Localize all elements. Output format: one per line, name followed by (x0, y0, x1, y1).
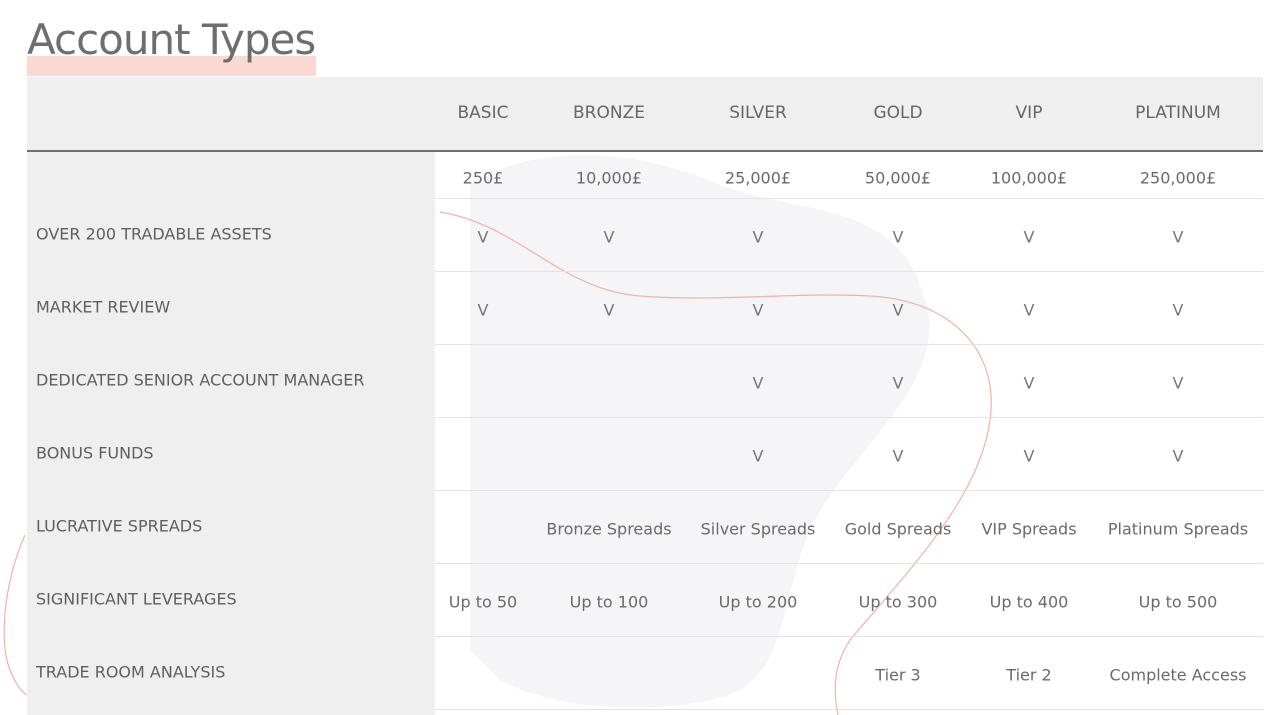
tier-header-vip: VIP (1015, 103, 1043, 123)
tier-header-gold: GOLD (873, 103, 923, 123)
page-title: Account Types (27, 15, 316, 64)
check-mark: V (477, 227, 489, 246)
table-cell: Tier 3 (875, 665, 921, 684)
check-mark: V (752, 300, 764, 319)
check-mark: V (892, 227, 904, 246)
table-cell: Platinum Spreads (1107, 519, 1249, 538)
table-cell: Up to 200 (718, 592, 798, 611)
table-row: SIGNIFICANT LEVERAGES Up to 50 Up to 100 Up… (27, 564, 1263, 637)
row-label: TRADE ROOM ANALYSIS (36, 662, 226, 681)
check-mark: V (892, 373, 904, 392)
table-cell: Up to 300 (858, 592, 938, 611)
account-types-table: BASIC BRONZE SILVER GOLD VIP PLATINUM 250£ 10,0… (27, 77, 1263, 715)
table-row: 250£ 10,000£ 25,000£ 50,000£ 100,000£ 250,000… (27, 152, 1263, 199)
check-mark: V (752, 446, 764, 465)
check-mark: V (1023, 300, 1035, 319)
decor-curve-left (3, 534, 28, 696)
row-label: SIGNIFICANT LEVERAGES (36, 589, 237, 608)
check-mark: V (892, 300, 904, 319)
check-mark: V (1172, 446, 1184, 465)
tier-header-bronze: BRONZE (573, 103, 645, 123)
table-row: BONUS FUNDS V V V V (27, 418, 1263, 491)
table-cell: Tier 2 (1006, 665, 1052, 684)
table-row: TRADE ROOM ANALYSIS Tier 3 Tier 2 Complete … (27, 637, 1263, 710)
table-header (27, 77, 1263, 152)
check-mark: V (1172, 300, 1184, 319)
row-divider (435, 709, 1263, 710)
table-cell: Gold Spreads (844, 519, 952, 538)
table-cell: 50,000£ (864, 168, 932, 187)
table-row: MARKET REVIEW V V V V V V (27, 272, 1263, 345)
table-cell: VIP Spreads (981, 519, 1077, 538)
check-mark: V (603, 227, 615, 246)
check-mark: V (477, 300, 489, 319)
row-label: BONUS FUNDS (36, 443, 154, 462)
tier-header-basic: BASIC (457, 103, 509, 123)
check-mark: V (752, 227, 764, 246)
check-mark: V (1023, 227, 1035, 246)
check-mark: V (1023, 373, 1035, 392)
table-cell: Up to 500 (1138, 592, 1218, 611)
page: Account Types BASIC BRONZE SILVER GOLD VIP PL… (0, 0, 1268, 715)
heading: Account Types (27, 14, 316, 76)
table-cell: Complete Access (1109, 665, 1247, 684)
check-mark: V (752, 373, 764, 392)
table-cell: 250£ (462, 168, 504, 187)
table-row: OVER 200 TRADABLE ASSETS V V V V V V (27, 199, 1263, 272)
table-cell: 100,000£ (990, 168, 1068, 187)
check-mark: V (892, 446, 904, 465)
check-mark: V (1172, 373, 1184, 392)
row-label: LUCRATIVE SPREADS (36, 516, 203, 535)
table-cell: 10,000£ (575, 168, 643, 187)
check-mark: V (1023, 446, 1035, 465)
table-cell: Silver Spreads (700, 519, 816, 538)
table-cell: 250,000£ (1139, 168, 1217, 187)
tier-header-platinum: PLATINUM (1135, 103, 1221, 123)
tier-header-silver: SILVER (729, 103, 787, 123)
table-cell: Bronze Spreads (546, 519, 672, 538)
table-cell: Up to 50 (448, 592, 518, 611)
table-row: DEDICATED SENIOR ACCOUNT MANAGER V V V V (27, 345, 1263, 418)
row-label: OVER 200 TRADABLE ASSETS (36, 224, 272, 243)
check-mark: V (603, 300, 615, 319)
table-cell: 25,000£ (724, 168, 792, 187)
row-label: DEDICATED SENIOR ACCOUNT MANAGER (36, 370, 365, 389)
table-cell: Up to 400 (989, 592, 1069, 611)
row-label: MARKET REVIEW (36, 297, 171, 316)
table-row: LUCRATIVE SPREADS Bronze Spreads Silver Sp… (27, 491, 1263, 564)
table-cell: Up to 100 (569, 592, 649, 611)
check-mark: V (1172, 227, 1184, 246)
